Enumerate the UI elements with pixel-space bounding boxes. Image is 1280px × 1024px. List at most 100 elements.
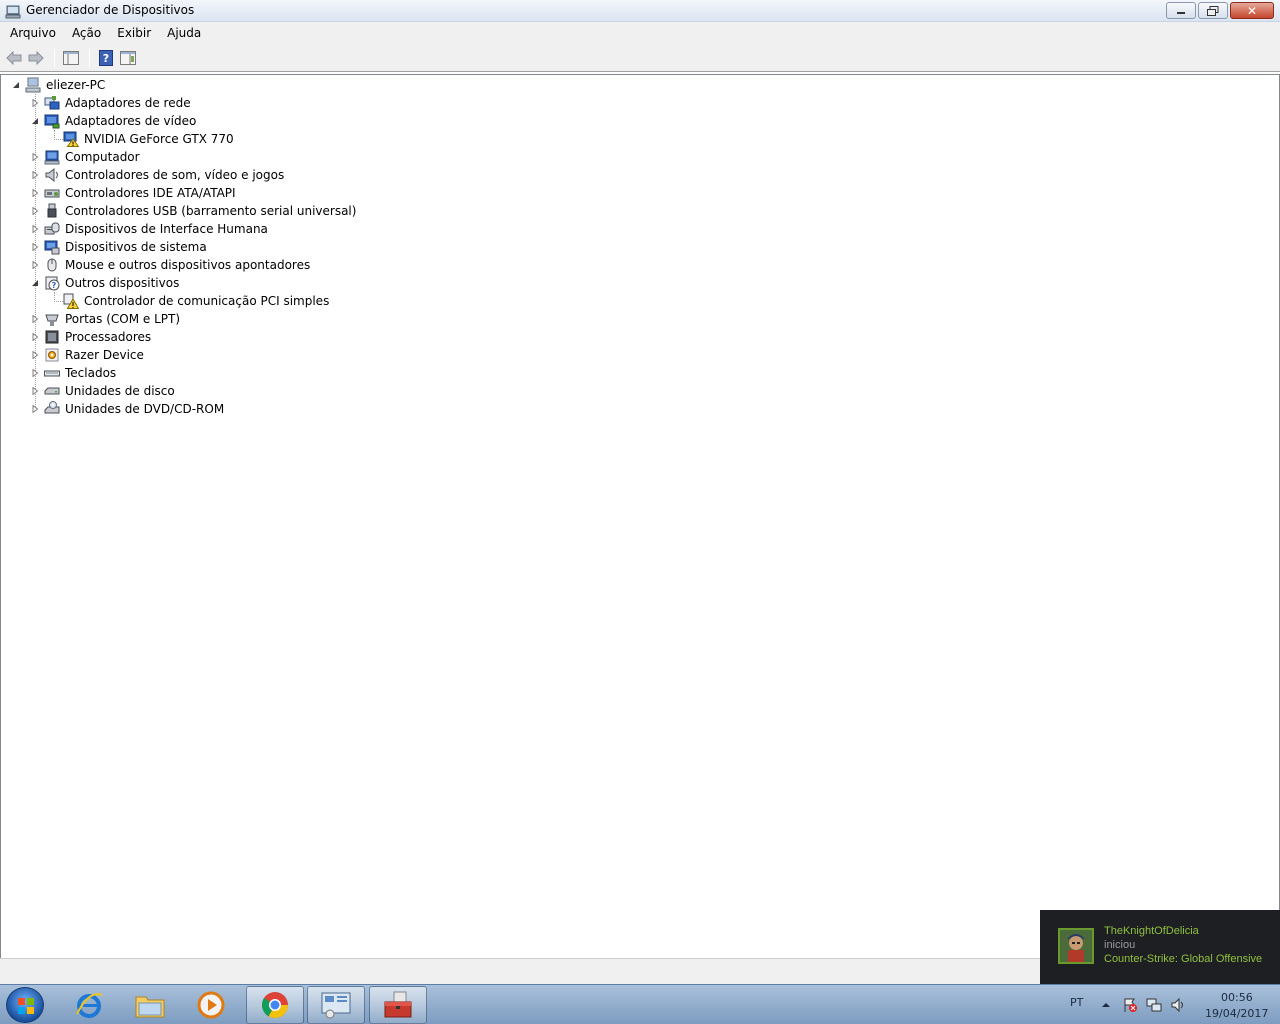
tree-node-portas-com-e-lpt[interactable]: Portas (COM e LPT)	[1, 310, 421, 328]
chrome-icon	[261, 992, 289, 1019]
svg-text:?: ?	[52, 281, 57, 290]
expand-arrow-icon[interactable]	[31, 333, 39, 341]
minimize-button[interactable]	[1166, 2, 1196, 19]
expand-arrow-icon[interactable]	[31, 225, 39, 233]
clock-time[interactable]: 00:56	[1221, 991, 1253, 1004]
mouse-icon	[47, 258, 57, 272]
tree-node-processadores[interactable]: Processadores	[1, 328, 421, 346]
expand-arrow-icon[interactable]	[31, 351, 39, 359]
menu-ajuda[interactable]: Ajuda	[161, 26, 207, 40]
ide-controller-icon	[44, 189, 60, 198]
volume-icon[interactable]	[1170, 997, 1186, 1013]
tree-node-unidades-de-dvd-cd-rom[interactable]: Unidades de DVD/CD-ROM	[1, 400, 421, 418]
expand-arrow-icon[interactable]	[31, 189, 39, 197]
language-indicator[interactable]: PT	[1070, 996, 1083, 1009]
tree-node-teclados[interactable]: Teclados	[1, 364, 421, 382]
show-action-pane-button[interactable]	[118, 48, 138, 68]
show-hide-console-tree-button[interactable]	[61, 48, 81, 68]
windows-logo-icon	[18, 998, 34, 1014]
taskbar-media-player[interactable]	[182, 986, 240, 1024]
tree-node-label: Processadores	[65, 330, 152, 344]
tree-node-label: Unidades de disco	[65, 384, 175, 398]
speaker-icon	[45, 167, 58, 183]
show-hidden-icons-icon[interactable]	[1098, 997, 1114, 1013]
menu-exibir[interactable]: Exibir	[111, 26, 157, 40]
network-icon[interactable]	[1146, 997, 1162, 1013]
tree-node-controlador-de-comunica-o-pci-simples[interactable]: Controlador de comunicação PCI simples	[1, 292, 421, 310]
computer-icon	[44, 150, 60, 165]
clock-date[interactable]: 19/04/2017	[1205, 1007, 1268, 1020]
expand-arrow-icon[interactable]	[31, 315, 39, 323]
expand-arrow-icon[interactable]	[31, 261, 39, 269]
expand-arrow-icon[interactable]	[31, 171, 39, 179]
action-pane-icon	[120, 50, 136, 65]
start-button[interactable]	[6, 987, 44, 1023]
back-button[interactable]	[4, 48, 24, 68]
svg-text:?: ?	[103, 52, 109, 65]
usb-icon	[47, 203, 57, 218]
help-icon: ?	[99, 49, 113, 66]
disk-drive-icon	[44, 387, 60, 395]
collapse-arrow-icon[interactable]	[31, 279, 39, 287]
tree-node-label: Controladores IDE ATA/ATAPI	[65, 186, 236, 200]
help-button[interactable]: ?	[96, 48, 116, 68]
tree-node-outros-dispositivos[interactable]: ? Outros dispositivos	[1, 274, 421, 292]
close-button[interactable]: ✕	[1230, 2, 1274, 19]
expand-arrow-icon[interactable]	[31, 207, 39, 215]
tree-node-controladores-ide-ata-atapi[interactable]: Controladores IDE ATA/ATAPI	[1, 184, 421, 202]
tree-node-controladores-de-som-v-deo-e-jogos[interactable]: Controladores de som, vídeo e jogos	[1, 166, 421, 184]
device-tree-pane: eliezer-PC Adaptadores de rede Adaptadore…	[0, 74, 1280, 958]
expand-arrow-icon[interactable]	[31, 369, 39, 377]
taskbar-internet-explorer[interactable]	[60, 986, 118, 1024]
expand-arrow-icon[interactable]	[31, 387, 39, 395]
tree-node-label: NVIDIA GeForce GTX 770	[84, 132, 234, 146]
forward-arrow-icon	[28, 50, 44, 65]
taskbar-chrome[interactable]	[246, 986, 304, 1024]
title-bar: Gerenciador de Dispositivos ✕	[0, 0, 1280, 22]
toolbar: ?	[0, 44, 1280, 72]
menu-arquivo[interactable]: Arquivo	[4, 26, 62, 40]
hid-icon	[44, 222, 60, 235]
tree-node-unidades-de-disco[interactable]: Unidades de disco	[1, 382, 421, 400]
collapse-arrow-icon[interactable]	[31, 117, 39, 125]
restore-button[interactable]	[1198, 2, 1228, 19]
tree-root-eliezer-pc[interactable]: eliezer-PC	[1, 76, 201, 94]
console-tree-icon	[63, 50, 79, 65]
tree-node-label: Adaptadores de rede	[65, 96, 191, 110]
user-avatar	[1058, 928, 1094, 964]
collapse-arrow-icon[interactable]	[12, 81, 20, 89]
tree-node-computador[interactable]: Computador	[1, 148, 421, 166]
unknown-device-icon: ?	[45, 276, 60, 291]
toolbar-separator	[89, 48, 90, 67]
keyboard-icon	[44, 370, 60, 377]
toolbar-separator	[54, 48, 55, 67]
tree-root-label: eliezer-PC	[46, 78, 106, 92]
tree-node-razer-device[interactable]: Razer Device	[1, 346, 421, 364]
tree-node-adaptadores-de-rede[interactable]: Adaptadores de rede	[1, 94, 421, 112]
forward-button[interactable]	[26, 48, 46, 68]
expand-arrow-icon[interactable]	[31, 405, 39, 413]
tree-node-label: Controlador de comunicação PCI simples	[84, 294, 330, 308]
tree-node-dispositivos-de-sistema[interactable]: Dispositivos de sistema	[1, 238, 421, 256]
tree-node-controladores-usb-barramento-serial-universal[interactable]: Controladores USB (barramento serial uni…	[1, 202, 421, 220]
notification-user: TheKnightOfDelicia	[1104, 925, 1199, 937]
expand-arrow-icon[interactable]	[31, 243, 39, 251]
tree-node-adaptadores-de-v-deo[interactable]: Adaptadores de vídeo	[1, 112, 421, 130]
action-center-flag-icon[interactable]	[1122, 997, 1138, 1013]
expand-arrow-icon[interactable]	[31, 153, 39, 161]
device-manager-icon	[5, 5, 21, 19]
tree-node-nvidia-geforce-gtx-770[interactable]: NVIDIA GeForce GTX 770	[1, 130, 421, 148]
tree-node-dispositivos-de-interface-humana[interactable]: Dispositivos de Interface Humana	[1, 220, 421, 238]
expand-arrow-icon[interactable]	[31, 99, 39, 107]
menu-acao[interactable]: Ação	[66, 26, 107, 40]
steam-notification[interactable]: TheKnightOfDelicia iniciou Counter-Strik…	[1040, 910, 1280, 984]
taskbar-control-panel[interactable]	[307, 986, 365, 1024]
tree-node-mouse-e-outros-dispositivos-apontadores[interactable]: Mouse e outros dispositivos apontadores	[1, 256, 421, 274]
taskbar-explorer[interactable]	[121, 986, 179, 1024]
media-player-icon	[197, 991, 225, 1019]
tree-node-label: Razer Device	[65, 348, 144, 362]
system-device-icon	[44, 240, 60, 255]
tree-node-label: Dispositivos de sistema	[65, 240, 207, 254]
control-panel-icon	[321, 992, 351, 1019]
taskbar-device-manager[interactable]	[369, 986, 427, 1024]
